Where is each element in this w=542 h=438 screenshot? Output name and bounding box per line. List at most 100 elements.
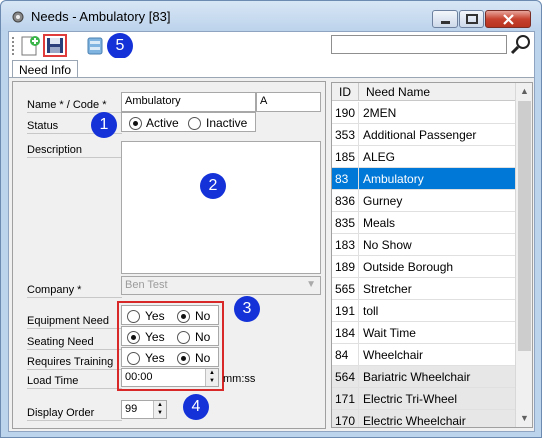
table-row[interactable]: 189 Outside Borough — [332, 256, 515, 278]
table-row[interactable]: 185 ALEG — [332, 146, 515, 168]
row-name-cell: Ambulatory — [363, 172, 424, 186]
seating-radio-group: Yes No — [121, 326, 219, 346]
title-bar[interactable]: Needs - Ambulatory [83] — [1, 1, 541, 31]
name-field[interactable]: Ambulatory — [121, 92, 256, 112]
database-icon[interactable] — [83, 34, 107, 57]
row-name-cell: Outside Borough — [363, 260, 454, 274]
maximize-button[interactable] — [459, 10, 484, 28]
load-time-input[interactable]: 00:00 ▲ ▼ — [121, 368, 219, 387]
table-row[interactable]: 170 Electric Wheelchair — [332, 410, 515, 428]
row-id-cell: 353 — [332, 124, 359, 146]
table-row[interactable]: 190 2MEN — [332, 102, 515, 124]
grid-scrollbar[interactable]: ▲ ▼ — [515, 83, 532, 427]
table-row[interactable]: 184 Wait Time — [332, 322, 515, 344]
row-id-cell: 564 — [332, 366, 359, 388]
requires-training-label: Requires Training — [27, 356, 122, 370]
spin-up-icon[interactable]: ▲ — [206, 369, 218, 377]
spin-up-icon[interactable]: ▲ — [154, 401, 166, 409]
status-active-radio[interactable] — [129, 117, 142, 130]
table-row[interactable]: 836 Gurney — [332, 190, 515, 212]
training-no-label: No — [195, 351, 211, 365]
needs-window: Needs - Ambulatory [83] 5 Need Info Name… — [0, 0, 542, 438]
display-order-input[interactable]: 99 ▲ ▼ — [121, 400, 167, 419]
spin-down-icon[interactable]: ▼ — [154, 409, 166, 417]
code-field[interactable]: A — [256, 92, 321, 112]
equipment-yes-label: Yes — [145, 309, 165, 323]
chevron-down-icon: ▼ — [306, 279, 316, 290]
toolbar-grip[interactable] — [12, 37, 14, 55]
badge-4: 4 — [183, 394, 209, 420]
toolbar: 5 — [9, 32, 534, 59]
company-label: Company * — [27, 284, 122, 298]
client-area: 5 Need Info Name * / Code * Ambulatory A… — [8, 31, 535, 432]
table-row[interactable]: 84 Wheelchair — [332, 344, 515, 366]
row-id-cell: 84 — [332, 344, 359, 366]
row-id-cell: 184 — [332, 322, 359, 344]
magnifier-icon[interactable] — [509, 33, 533, 56]
scroll-thumb[interactable] — [518, 101, 531, 351]
badge-3: 3 — [234, 296, 260, 322]
equipment-need-label: Equipment Need — [27, 315, 122, 329]
row-id-cell: 170 — [332, 410, 359, 427]
row-name-cell: Wheelchair — [363, 348, 424, 362]
seating-yes-label: Yes — [145, 330, 165, 344]
seating-no-label: No — [195, 330, 211, 344]
display-order-spinner[interactable]: ▲ ▼ — [153, 401, 166, 418]
training-no-radio[interactable] — [177, 352, 190, 365]
badge-2: 2 — [200, 173, 226, 199]
description-field[interactable] — [121, 141, 321, 274]
row-name-cell: Additional Passenger — [363, 128, 477, 142]
training-radio-group: Yes No — [121, 347, 219, 367]
gear-app-icon — [12, 11, 24, 23]
minimize-button[interactable] — [432, 10, 458, 28]
table-row[interactable]: 353 Additional Passenger — [332, 124, 515, 146]
table-row[interactable]: 83 Ambulatory — [332, 168, 515, 190]
badge-1: 1 — [91, 112, 117, 138]
scroll-down-icon[interactable]: ▼ — [516, 410, 532, 427]
display-order-label: Display Order — [27, 407, 122, 421]
close-button[interactable] — [485, 10, 531, 28]
row-id-cell: 185 — [332, 146, 359, 168]
table-row[interactable]: 191 toll — [332, 300, 515, 322]
load-time-spinner[interactable]: ▲ ▼ — [205, 369, 218, 386]
row-id-cell: 83 — [332, 168, 359, 190]
name-code-label: Name * / Code * — [27, 99, 122, 113]
row-id-cell: 565 — [332, 278, 359, 300]
row-id-cell: 836 — [332, 190, 359, 212]
seating-no-radio[interactable] — [177, 331, 190, 344]
seating-need-label: Seating Need — [27, 336, 122, 350]
status-inactive-radio[interactable] — [188, 117, 201, 130]
spin-down-icon[interactable]: ▼ — [206, 377, 218, 385]
search-input[interactable] — [331, 35, 507, 54]
equipment-yes-radio[interactable] — [127, 310, 140, 323]
row-name-cell: Electric Wheelchair — [363, 414, 466, 428]
table-row[interactable]: 564 Bariatric Wheelchair — [332, 366, 515, 388]
column-header-need-name[interactable]: Need Name — [360, 83, 515, 101]
row-name-cell: Meals — [363, 216, 396, 230]
scroll-up-icon[interactable]: ▲ — [516, 83, 532, 100]
badge-5: 5 — [107, 33, 133, 59]
row-name-cell: Stretcher — [363, 282, 412, 296]
save-disk-icon[interactable] — [43, 34, 67, 57]
row-name-cell: Gurney — [363, 194, 403, 208]
equipment-no-radio[interactable] — [177, 310, 190, 323]
display-order-value: 99 — [125, 403, 138, 415]
equipment-no-label: No — [195, 309, 211, 323]
table-row[interactable]: 171 Electric Tri-Wheel — [332, 388, 515, 410]
table-row[interactable]: 183 No Show — [332, 234, 515, 256]
column-header-id[interactable]: ID — [332, 83, 359, 101]
row-id-cell: 190 — [332, 102, 359, 124]
row-id-cell: 191 — [332, 300, 359, 322]
tab-strip: Need Info — [9, 58, 534, 79]
table-row[interactable]: 835 Meals — [332, 212, 515, 234]
need-info-panel: Name * / Code * Ambulatory A Status Acti… — [9, 77, 534, 431]
window-title: Needs - Ambulatory [83] — [31, 9, 171, 24]
row-name-cell: ALEG — [363, 150, 396, 164]
grid-header: ID Need Name — [332, 83, 515, 101]
row-id-cell: 189 — [332, 256, 359, 278]
table-row[interactable]: 565 Stretcher — [332, 278, 515, 300]
new-document-icon[interactable] — [18, 34, 42, 57]
training-yes-radio[interactable] — [127, 352, 140, 365]
row-name-cell: toll — [363, 304, 379, 318]
seating-yes-radio[interactable] — [127, 331, 140, 344]
